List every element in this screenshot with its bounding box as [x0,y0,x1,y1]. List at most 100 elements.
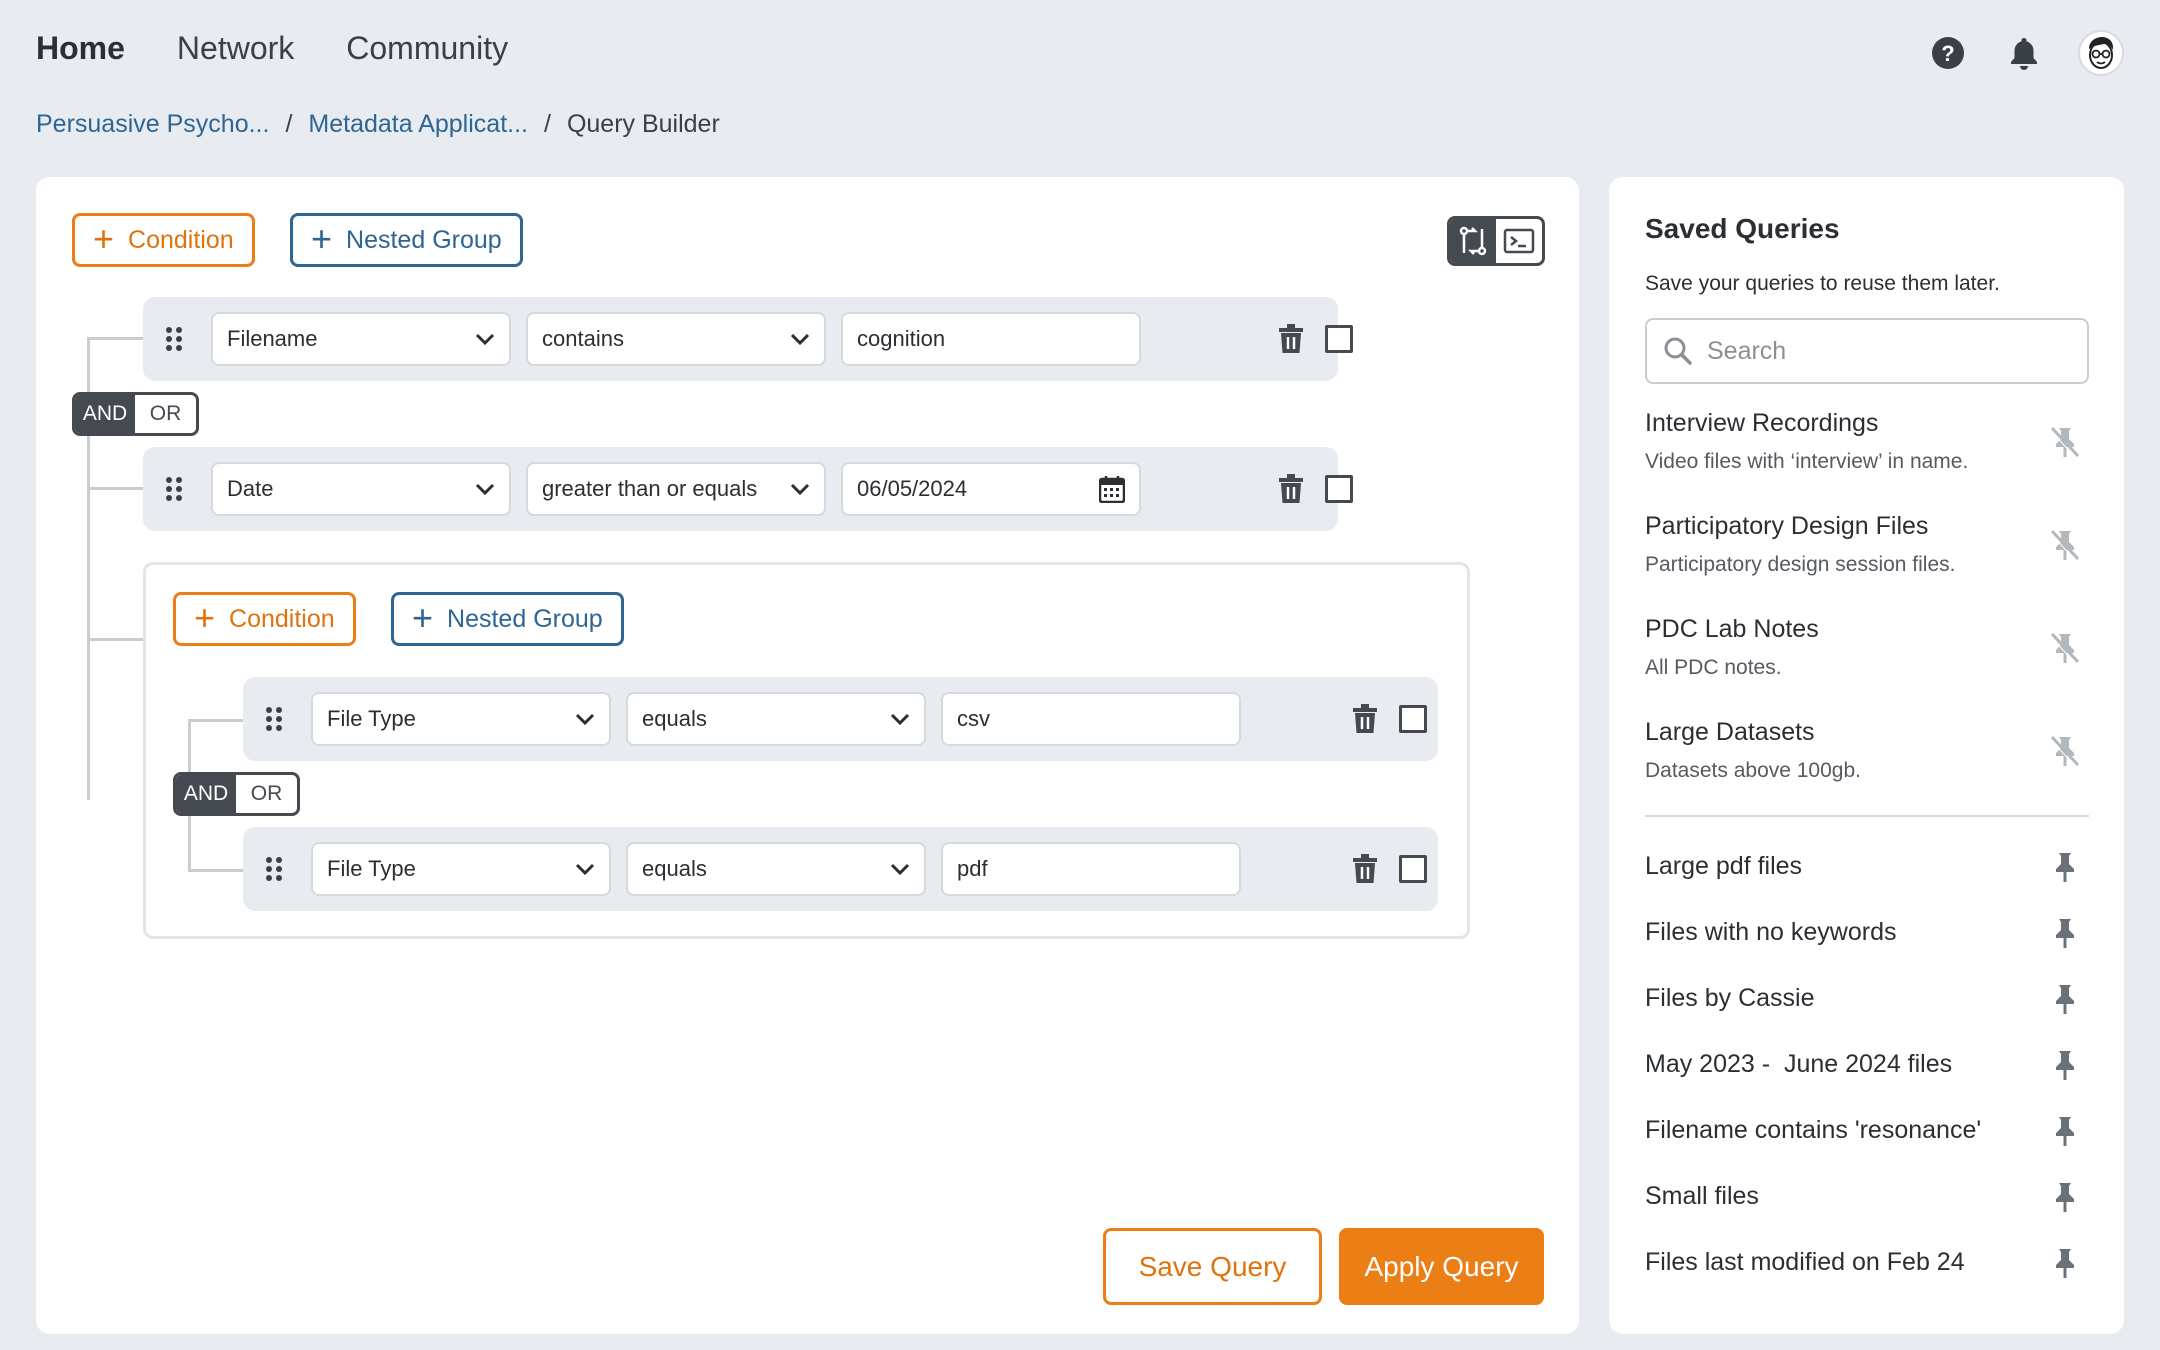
bell-icon[interactable] [2002,31,2046,75]
search-icon [1664,337,1692,365]
save-query-button[interactable]: Save Query [1103,1228,1322,1305]
operator-select[interactable]: contains [526,312,826,366]
calendar-icon[interactable] [1099,475,1125,503]
value-input[interactable]: pdf [941,842,1241,896]
saved-query-item[interactable]: Large Datasets Datasets above 100gb. [1645,718,2089,783]
unpin-icon[interactable] [2049,734,2081,768]
nav-home[interactable]: Home [36,30,125,67]
saved-query-item[interactable]: Files last modified on Feb 24 [1645,1246,2089,1280]
add-condition-label: Condition [128,225,234,254]
trash-icon[interactable] [1351,704,1379,734]
date-input-text: 06/05/2024 [857,476,968,501]
saved-query-name: Files with no keywords [1645,918,1897,946]
apply-query-button[interactable]: Apply Query [1339,1228,1544,1305]
condition-checkbox[interactable] [1325,325,1353,353]
field-select[interactable]: Date [211,462,511,516]
or-option[interactable]: OR [135,395,196,433]
pin-icon[interactable] [2049,1048,2081,1082]
and-option[interactable]: AND [176,775,236,813]
condition-checkbox[interactable] [1325,475,1353,503]
nested-add-nested-group-label: Nested Group [447,604,603,633]
saved-query-desc: All PDC notes. [1645,656,1782,679]
drag-handle-icon[interactable] [263,855,285,883]
saved-query-item[interactable]: Large pdf files [1645,850,2089,884]
condition-row: Date greater than or equals 06/05/2024 [143,447,1353,531]
trash-icon[interactable] [1277,474,1305,504]
add-nested-group-button[interactable]: + Nested Group [290,213,523,267]
trash-icon[interactable] [1277,324,1305,354]
value-input-text: cognition [857,326,946,351]
operator-select-value: contains [542,326,624,351]
search-input[interactable] [1707,336,2067,366]
pin-icon[interactable] [2049,1114,2081,1148]
breadcrumb-current: Query Builder [566,110,720,138]
top-icons: ? [1926,30,2124,76]
svg-text:?: ? [1941,41,1954,66]
avatar[interactable] [2078,30,2124,76]
saved-query-item[interactable]: Participatory Design Files Participatory… [1645,512,2089,577]
nested-add-nested-group-button[interactable]: + Nested Group [391,592,624,646]
trash-icon[interactable] [1351,854,1379,884]
saved-query-item[interactable]: Small files [1645,1180,2089,1214]
pin-icon[interactable] [2049,1246,2081,1280]
nested-add-condition-button[interactable]: + Condition [173,592,356,646]
condition-checkbox[interactable] [1399,855,1427,883]
drag-handle-icon[interactable] [163,475,185,503]
condition-row: File Type equals csv [243,677,1438,761]
field-select[interactable]: Filename [211,312,511,366]
operator-select[interactable]: greater than or equals [526,462,826,516]
value-input[interactable]: csv [941,692,1241,746]
pin-icon[interactable] [2049,916,2081,950]
and-option[interactable]: AND [75,395,135,433]
value-input[interactable]: cognition [841,312,1141,366]
saved-query-item[interactable]: Files with no keywords [1645,916,2089,950]
chevron-down-icon [890,863,910,875]
visual-builder-view-button[interactable] [1450,219,1496,263]
saved-query-item[interactable]: May 2023 - June 2024 files [1645,1048,2089,1082]
nested-group: + Condition + Nested Group File Type equ… [143,562,1470,939]
operator-select[interactable]: equals [626,692,926,746]
help-icon[interactable]: ? [1926,31,1970,75]
saved-queries-search[interactable] [1645,318,2089,384]
saved-query-item[interactable]: Files by Cassie [1645,982,2089,1016]
plus-icon: + [93,217,115,259]
field-select[interactable]: File Type [311,692,611,746]
breadcrumb-link-project[interactable]: Persuasive Psycho... [36,110,269,139]
view-toggle [1447,216,1545,266]
saved-query-item[interactable]: PDC Lab Notes All PDC notes. [1645,615,2089,680]
saved-query-name: Participatory Design Files [1645,512,1929,540]
condition-checkbox[interactable] [1399,705,1427,733]
drag-handle-icon[interactable] [263,705,285,733]
unpin-icon[interactable] [2049,425,2081,459]
field-select-value: File Type [327,856,416,881]
chevron-down-icon [790,333,810,345]
add-condition-button[interactable]: + Condition [72,213,255,267]
code-view-button[interactable] [1496,219,1542,263]
breadcrumb-link-metadata[interactable]: Metadata Applicat... [308,110,528,139]
pin-icon[interactable] [2049,1180,2081,1214]
pin-icon[interactable] [2049,982,2081,1016]
saved-query-name: Large pdf files [1645,852,1803,880]
chevron-down-icon [575,863,595,875]
or-option[interactable]: OR [236,775,297,813]
tree-connector [87,487,143,490]
saved-query-item[interactable]: Interview Recordings Video files with ‘i… [1645,409,2089,474]
pin-icon[interactable] [2049,850,2081,884]
saved-query-name: Files by Cassie [1645,984,1815,1012]
nested-add-condition-label: Condition [229,604,335,633]
operator-select[interactable]: equals [626,842,926,896]
date-input[interactable]: 06/05/2024 [841,462,1141,516]
field-select[interactable]: File Type [311,842,611,896]
field-select-value: Date [227,476,274,501]
tree-connector [87,337,143,340]
value-input-text: csv [957,706,990,731]
nav-community[interactable]: Community [346,30,508,67]
unpin-icon[interactable] [2049,631,2081,665]
terminal-icon [1503,228,1535,254]
saved-query-desc: Video files with ‘interview’ in name. [1645,450,1969,473]
unpin-icon[interactable] [2049,528,2081,562]
nav-network[interactable]: Network [177,30,294,67]
chevron-down-icon [475,333,495,345]
saved-query-item[interactable]: Filename contains 'resonance' [1645,1114,2089,1148]
drag-handle-icon[interactable] [163,325,185,353]
